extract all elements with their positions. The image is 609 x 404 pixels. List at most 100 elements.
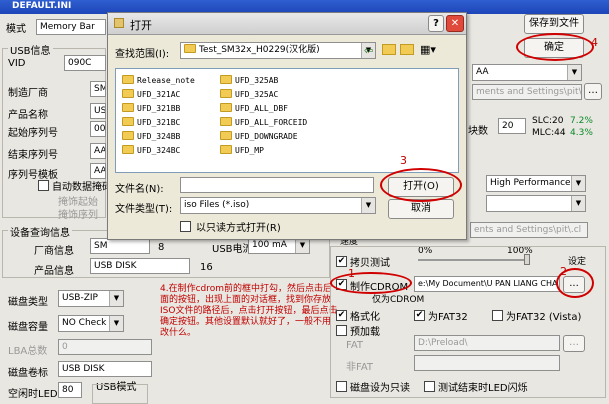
sn-template-field[interactable]: AA <box>90 163 106 179</box>
dq-vendor-field[interactable]: SM <box>90 238 150 254</box>
blocks-field[interactable]: 20 <box>498 118 526 134</box>
open-readonly-checkbox[interactable] <box>180 221 191 232</box>
chevron-down-icon: ▼ <box>571 176 585 191</box>
list-item[interactable]: UFD_ALL_DBF <box>220 103 288 113</box>
up-folder-icon[interactable] <box>382 44 396 55</box>
dq-vendor-number: 8 <box>158 242 165 253</box>
mask-range-label: 掩饰序列 <box>58 210 98 221</box>
filename-input[interactable] <box>180 177 374 193</box>
lba-label: LBA总数 <box>8 346 48 357</box>
list-item[interactable]: UFD_321BB <box>122 103 180 113</box>
right-dropdown-1[interactable]: AA ▼ <box>472 64 582 81</box>
folder-icon <box>122 131 134 140</box>
fat32-checkbox[interactable]: ✔ <box>414 310 425 321</box>
chevron-down-icon: ▼ <box>295 238 309 253</box>
folder-icon <box>122 89 134 98</box>
list-item[interactable]: UFD_DOWNGRADE <box>220 131 298 141</box>
preload-browse-button[interactable]: … <box>563 335 585 352</box>
confirm-highlight-circle <box>516 33 594 61</box>
list-item[interactable]: Release_note <box>122 75 195 85</box>
nonfat-path-field[interactable] <box>414 355 560 371</box>
preload-path-field[interactable]: D:\Preload\ <box>414 335 560 351</box>
vendor-field[interactable]: SM <box>90 81 106 97</box>
browse-step-number: 2 <box>560 265 567 278</box>
firmware-browse-button[interactable]: … <box>584 83 602 100</box>
right-dropdown-3[interactable]: ▼ <box>486 195 586 212</box>
as-cdrom-label: 仅为CDROM <box>372 295 425 305</box>
second-path-field[interactable]: ents and Settings\pit\.cl <box>470 222 588 238</box>
list-item[interactable]: UFD_321BC <box>122 117 180 127</box>
usb-power-value: 100 mA <box>252 240 287 250</box>
auto-sn-checkbox[interactable] <box>38 180 49 191</box>
folder-icon <box>122 103 134 112</box>
disk-capacity-label: 磁盘容量 <box>8 322 48 333</box>
list-item[interactable]: UFD_325AC <box>220 89 278 99</box>
format-checkbox[interactable]: ✔ <box>336 310 347 321</box>
list-item[interactable]: UFD_324BC <box>122 145 180 155</box>
save-to-file-button[interactable]: 保存到文件 <box>524 14 584 34</box>
copy-test-checkbox[interactable]: ✔ <box>336 256 347 267</box>
file-list[interactable]: Release_note UFD_321AC UFD_321BB UFD_321… <box>115 68 459 173</box>
slc-percent: 7.2% <box>570 116 593 126</box>
close-button[interactable]: ✕ <box>446 15 464 32</box>
device-query-group-title: 设备查询信息 <box>8 224 72 239</box>
chevron-down-icon: ▼ <box>571 196 585 211</box>
copy-test-label: 拷贝测试 <box>350 258 390 269</box>
disk-type-label: 磁盘类型 <box>8 297 48 308</box>
test-led-checkbox[interactable] <box>424 381 435 392</box>
preload-label: 预加载 <box>350 327 380 338</box>
product-field[interactable]: US <box>90 103 106 119</box>
volume-field[interactable]: USB DISK <box>58 361 152 377</box>
folder-icon <box>220 103 232 112</box>
filetype-dropdown[interactable]: iso Files (*.iso) ▼ <box>180 197 376 214</box>
back-icon[interactable]: ⇦ <box>364 44 373 57</box>
cancel-button[interactable]: 取消 <box>388 199 454 219</box>
usb-power-label: USB电流 <box>212 244 253 255</box>
list-item[interactable]: UFD_ALL_FORCEID <box>220 117 307 127</box>
window-title: DEFAULT.INI <box>12 1 72 11</box>
lba-field[interactable]: 0 <box>58 339 152 355</box>
disk-type-dropdown[interactable]: USB-ZIP ▼ <box>58 290 124 307</box>
help-button[interactable]: ? <box>428 15 444 32</box>
list-item[interactable]: UFD_321AC <box>122 89 180 99</box>
lookin-value: Test_SM32x_H0229(汉化版) <box>199 45 320 55</box>
cdrom-highlight-circle <box>330 272 412 294</box>
folder-icon <box>122 117 134 126</box>
disk-capacity-value: NO Check <box>62 318 107 328</box>
list-item[interactable]: UFD_324BB <box>122 131 180 141</box>
volume-label: 磁盘卷标 <box>8 368 48 379</box>
product-label: 产品名称 <box>8 110 48 121</box>
chevron-down-icon: ▼ <box>567 65 581 80</box>
end-sn-field[interactable]: AA <box>90 143 106 159</box>
dq-product-field[interactable]: USB DISK <box>90 258 190 274</box>
folder-icon <box>220 131 232 140</box>
end-sn-label: 结束序列号 <box>8 150 58 161</box>
fat-radio-label[interactable]: FAT <box>346 340 363 351</box>
start-sn-label: 起始序列号 <box>8 128 58 139</box>
view-menu-icon[interactable]: ▦▾ <box>420 43 436 56</box>
readonly-disk-checkbox[interactable] <box>336 381 347 392</box>
performance-dropdown[interactable]: High Performance ▼ <box>486 175 586 192</box>
disk-capacity-dropdown[interactable]: NO Check ▼ <box>58 315 124 332</box>
lookin-dropdown[interactable]: Test_SM32x_H0229(汉化版) ▼ <box>180 42 376 59</box>
folder-icon <box>220 89 232 98</box>
sn-template-label: 序列号模板 <box>8 170 58 181</box>
mlc-label: MLC:44 <box>532 128 566 138</box>
list-item[interactable]: UFD_325AB <box>220 75 278 85</box>
open-highlight-circle <box>380 168 462 202</box>
mlc-percent: 4.3% <box>570 128 593 138</box>
mode-label: 模式 <box>6 24 26 35</box>
fat32-vista-checkbox[interactable] <box>492 310 503 321</box>
folder-icon <box>184 44 196 53</box>
cdrom-path-field[interactable]: e:\My Document\U PAN LIANG CHA <box>414 276 560 292</box>
chevron-down-icon: ▼ <box>109 316 123 331</box>
idle-led-field[interactable]: 80 <box>58 382 82 398</box>
start-sn-field[interactable]: 000 <box>90 121 106 137</box>
firmware-path-field[interactable]: ments and Settings\pit\ <box>472 84 582 100</box>
preload-checkbox[interactable] <box>336 325 347 336</box>
new-folder-icon[interactable] <box>400 44 414 55</box>
nonfat-radio-label[interactable]: 非FAT <box>346 358 373 373</box>
mode-field[interactable]: Memory Bar <box>36 19 106 35</box>
list-item[interactable]: UFD_MP <box>220 145 264 155</box>
vid-field[interactable]: 090C <box>64 55 106 71</box>
